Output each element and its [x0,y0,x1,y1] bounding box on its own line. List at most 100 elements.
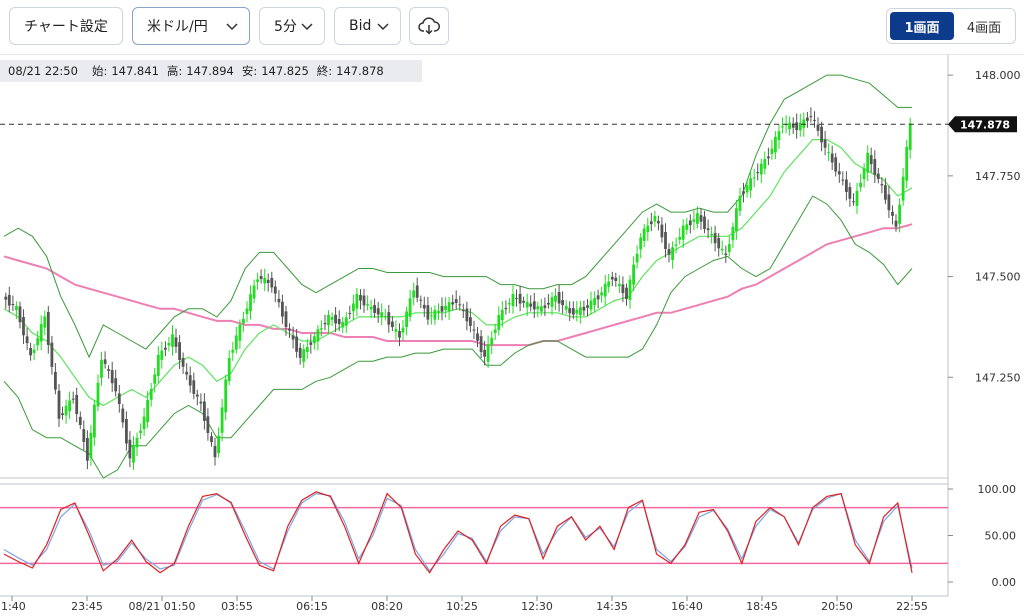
candle-body [770,148,774,154]
candle-body [337,318,341,325]
candle-body [149,389,153,400]
candle-body [284,311,288,327]
candle-body [653,215,657,222]
candle-body [884,185,887,200]
candle-body [213,445,217,458]
candle-body [479,336,483,352]
candle-body [25,336,29,344]
candle-body [352,303,355,312]
candle-body [288,328,291,331]
candle-body [355,293,359,309]
candle-body [788,122,791,130]
candle-body [767,156,770,159]
candle-body [586,305,589,308]
price-chart[interactable]: 147.878 148.000 147.750 147.500 147.250 100.0… [0,0,1024,616]
candle-body [703,216,706,229]
candle-body [160,350,164,360]
candle-body [625,287,628,299]
candle-body [188,375,192,386]
candle-body [281,301,284,317]
candle-body [110,370,114,384]
candle-body [263,277,267,284]
candle-body [125,419,128,444]
candle-body [447,302,451,312]
candle-body [657,220,660,224]
candle-body [834,157,838,172]
candle-body [132,444,135,463]
candle-body [759,163,763,175]
candle-body [383,316,387,317]
candle-body [195,394,199,397]
candle-body [461,309,465,312]
candle-body [614,277,618,281]
candle-body [571,308,575,315]
candle-body [57,390,61,419]
candle-body [880,184,884,186]
candle-body [696,213,699,224]
candle-body [309,342,313,345]
candle-body [401,327,405,333]
candle-body [749,178,752,191]
candle-body [515,297,518,299]
candle-body [692,219,696,222]
candle-body [238,324,242,341]
time-tick-label: 12:30 [521,600,553,613]
candle-body [575,309,579,314]
candle-body [681,225,685,240]
candle-body [710,233,713,236]
candle-body [18,306,22,323]
candle-body [536,306,540,310]
candle-body [359,295,362,301]
candle-body [298,347,302,358]
candle-body [589,300,593,310]
candle-body [713,233,717,244]
candle-body [813,119,816,121]
candle-body [100,359,103,378]
candle-body [171,334,174,347]
candle-body [430,315,433,317]
candle-body [4,296,8,300]
candle-body [493,329,497,333]
candle-body [220,407,224,433]
candle-body [29,348,32,356]
candle-body [635,253,639,263]
candle-body [543,305,547,308]
candle-body [68,400,71,412]
time-tick-label: 03:55 [221,600,253,613]
candle-body [774,136,777,153]
candle-body [891,211,894,216]
candle-body [139,430,142,433]
candle-body [593,298,596,306]
candle-body [373,305,376,313]
candle-body [405,311,408,327]
candle-body [823,139,827,148]
candle-body [525,301,529,308]
candle-body [433,309,437,320]
moving-average-line [3,223,913,347]
candle-body [596,295,600,300]
candle-body [735,208,738,231]
candle-body [752,177,756,179]
candle-body [699,215,703,222]
candle-body [415,285,419,298]
candle-body [320,328,323,330]
candle-body [671,247,674,260]
candle-body [476,333,479,341]
candle-body [483,349,486,357]
bollinger-upper-band [3,74,912,359]
candle-body [490,338,494,346]
candle-body [862,168,866,180]
candle-body [720,249,724,251]
candle-body [426,305,430,320]
candle-body [781,126,784,128]
candle-body [876,173,880,179]
candle-body [210,436,213,443]
candle-body [146,399,149,422]
candle-body [639,237,643,250]
candle-body [93,404,96,438]
candle-body [22,317,25,336]
time-tick-label: 22:55 [896,600,928,613]
candle-body [756,172,760,174]
candle-body [465,308,469,322]
candle-body [540,306,543,312]
